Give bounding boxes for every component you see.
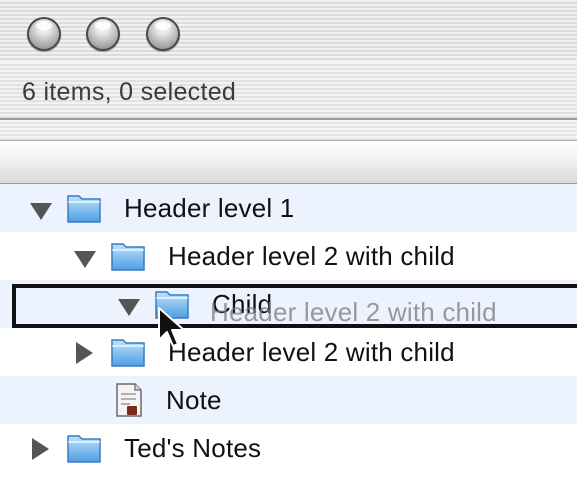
minimize-button[interactable] bbox=[86, 17, 120, 51]
row-label: Ted's Notes bbox=[124, 433, 262, 463]
toolbar-spacer bbox=[0, 120, 577, 140]
row-label: Note bbox=[166, 385, 222, 415]
folder-icon bbox=[111, 339, 145, 367]
note-icon bbox=[116, 383, 142, 417]
column-header[interactable] bbox=[0, 140, 577, 184]
arrow-cursor-icon bbox=[158, 307, 185, 347]
status-text: 6 items, 0 selected bbox=[22, 78, 237, 106]
row-label: Header level 2 with child bbox=[168, 241, 455, 271]
outline-list: Header level 1 Header level 2 with child bbox=[0, 184, 577, 489]
drag-ghost-label: Header level 2 with child bbox=[210, 297, 497, 327]
row-label: Header level 1 bbox=[124, 193, 295, 223]
disclosure-triangle-expanded-icon[interactable] bbox=[74, 251, 96, 268]
folder-icon bbox=[111, 243, 145, 271]
outline-row[interactable]: Header level 1 bbox=[0, 184, 577, 232]
folder-icon bbox=[67, 195, 101, 223]
outline-row[interactable]: Ted's Notes bbox=[0, 424, 577, 472]
disclosure-triangle-expanded-icon[interactable] bbox=[30, 203, 52, 220]
status-bar: 6 items, 0 selected bbox=[0, 62, 577, 120]
outline-row[interactable]: Header level 2 with child bbox=[0, 232, 577, 280]
disclosure-triangle-collapsed-icon[interactable] bbox=[76, 342, 93, 364]
disclosure-triangle-collapsed-icon[interactable] bbox=[32, 438, 49, 460]
zoom-button[interactable] bbox=[146, 17, 180, 51]
title-bar bbox=[0, 0, 577, 62]
folder-icon bbox=[67, 435, 101, 463]
outline-row[interactable]: Note bbox=[0, 376, 577, 424]
row-label: Header level 2 with child bbox=[168, 337, 455, 367]
close-button[interactable] bbox=[27, 17, 61, 51]
outline-row[interactable]: Header level 2 with child bbox=[0, 328, 577, 376]
